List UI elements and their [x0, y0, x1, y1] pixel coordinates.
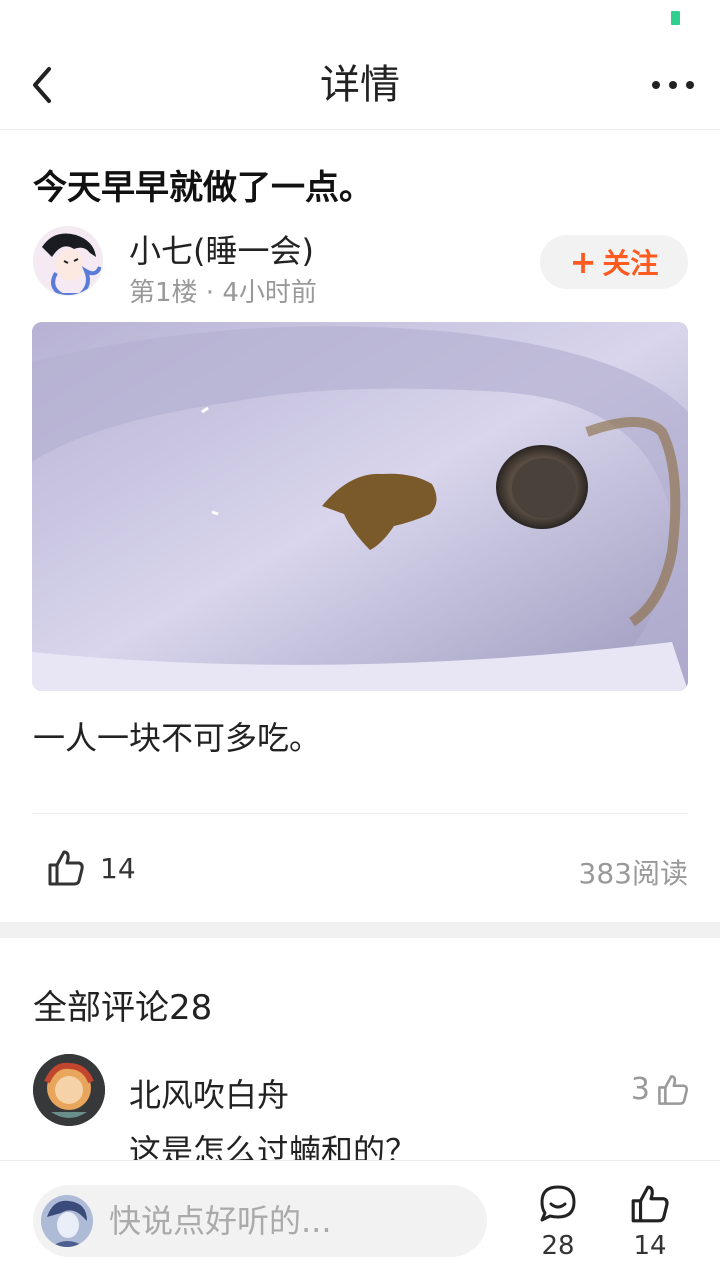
thumbs-up-icon[interactable]: [46, 848, 86, 888]
back-icon: [33, 67, 51, 103]
thumbs-up-icon: [658, 1074, 689, 1105]
author-avatar[interactable]: [33, 226, 103, 296]
divider: [32, 813, 688, 814]
comment-like-button[interactable]: 3: [631, 1072, 690, 1107]
follow-button[interactable]: + 关注: [540, 235, 688, 289]
more-icon: [652, 81, 660, 89]
page-title: 详情: [320, 62, 400, 108]
bottom-bar: 快说点好听的... 28 14: [0, 1160, 720, 1280]
like-count: 14: [100, 852, 136, 885]
section-divider: [0, 922, 720, 938]
thumbs-up-icon: [631, 1185, 669, 1223]
comment-avatar[interactable]: [33, 1054, 105, 1126]
comment-icon: [540, 1185, 576, 1222]
comments-button[interactable]: 28: [528, 1183, 588, 1261]
follow-label: 关注: [602, 247, 659, 280]
top-nav: 详情: [0, 40, 720, 130]
comment-author[interactable]: 北风吹白舟: [129, 1070, 289, 1116]
comment-input[interactable]: 快说点好听的...: [33, 1185, 487, 1257]
post-title: 今天早早就做了一点。: [33, 168, 373, 208]
post-meta: 第1楼 · 4小时前: [129, 278, 317, 308]
back-button[interactable]: [22, 62, 62, 108]
comment-like-count: 3: [630, 1072, 650, 1107]
battery-icon: [671, 11, 680, 25]
status-bar: [0, 0, 720, 40]
bottom-like-count: 14: [633, 1231, 667, 1261]
read-count: 383阅读: [578, 857, 688, 890]
post-body-text: 一人一块不可多吃。: [33, 719, 322, 757]
like-button[interactable]: 14: [620, 1183, 680, 1261]
post-image[interactable]: [32, 322, 688, 691]
plus-icon: +: [569, 243, 597, 281]
more-button[interactable]: [648, 64, 698, 106]
comment-input-placeholder: 快说点好听的...: [109, 1202, 332, 1240]
comment-count: 28: [541, 1231, 575, 1261]
author-name[interactable]: 小七(睡一会): [129, 226, 314, 272]
comments-header: 全部评论28: [33, 988, 213, 1028]
user-avatar: [41, 1195, 93, 1247]
